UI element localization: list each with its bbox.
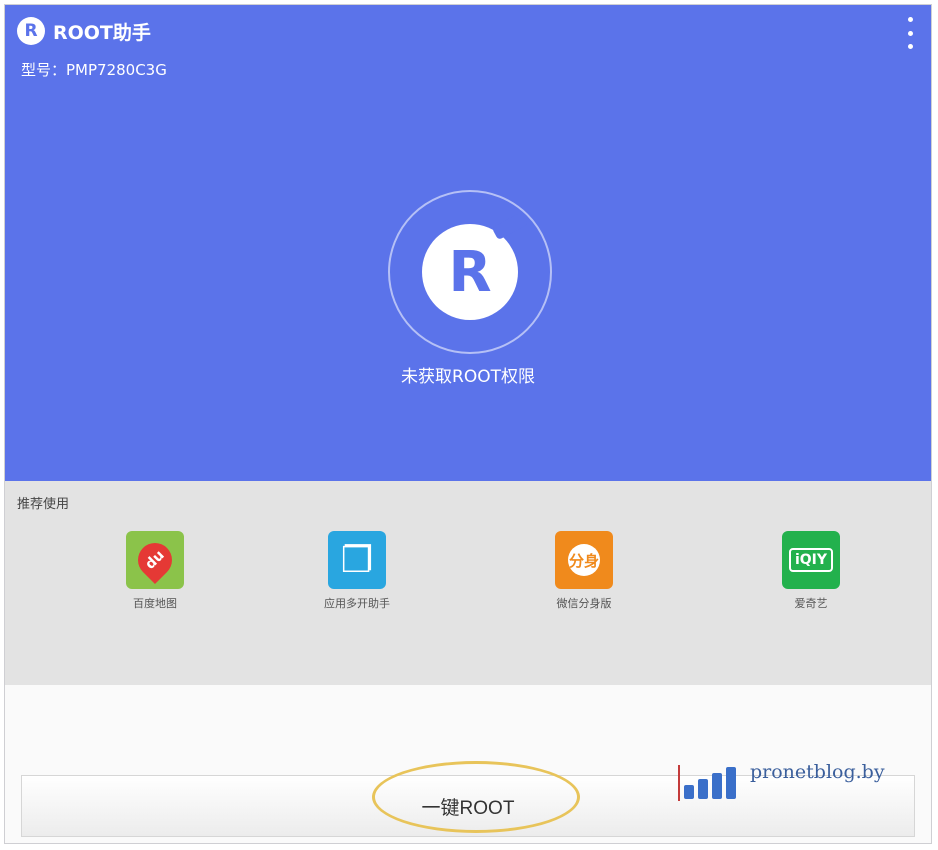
- clone-chat-icon: 分身: [555, 531, 613, 589]
- app-label: 应用多开助手: [324, 597, 390, 610]
- app-label: 爱奇艺: [794, 597, 828, 610]
- app-tile-iqiyi[interactable]: iQIY 爱奇艺: [751, 531, 871, 611]
- watermark-divider: [678, 765, 680, 801]
- app-label: 微信分身版: [556, 597, 612, 610]
- app-header: R ROOT助手: [17, 17, 151, 45]
- root-status-text: 未获取ROOT权限: [401, 367, 535, 387]
- device-model: 型号：PMP7280C3G: [21, 61, 167, 79]
- bar-logo-icon: [684, 767, 736, 799]
- watermark: pronetblog.by: [678, 757, 908, 807]
- app-tile-baidu-map[interactable]: du 百度地图: [95, 531, 215, 611]
- map-pin-icon: du: [126, 531, 184, 589]
- app-window: R ROOT助手 型号：PMP7280C3G R 未获取ROOT权限 推荐使用 …: [4, 4, 932, 844]
- app-tile-wechat-clone[interactable]: 分身 微信分身版: [524, 531, 644, 611]
- root-logo-icon: R: [17, 17, 45, 45]
- app-label: 百度地图: [133, 597, 177, 610]
- hero-panel: R ROOT助手 型号：PMP7280C3G R 未获取ROOT权限: [5, 5, 931, 481]
- app-tile-multi-open[interactable]: ❐ 应用多开助手: [297, 531, 417, 611]
- watermark-text: pronetblog.by: [750, 761, 885, 783]
- recommend-section: 推荐使用 du 百度地图 ❐ 应用多开助手 分身 微信分身版 iQIY 爱奇艺: [5, 481, 931, 685]
- highlight-annotation: [372, 761, 580, 833]
- app-title: ROOT助手: [53, 21, 151, 44]
- root-status-icon[interactable]: R: [422, 224, 518, 320]
- overflow-menu-icon[interactable]: [905, 17, 915, 49]
- iqiyi-icon: iQIY: [782, 531, 840, 589]
- clone-icon: ❐: [328, 531, 386, 589]
- recommend-title: 推荐使用: [17, 497, 70, 512]
